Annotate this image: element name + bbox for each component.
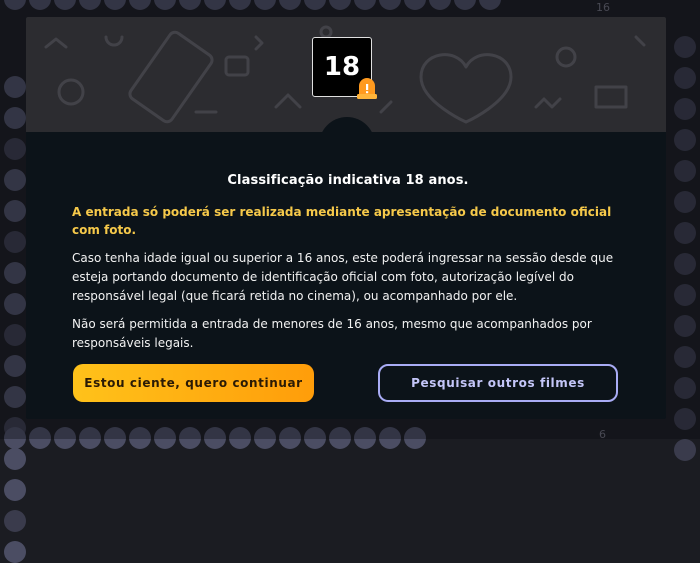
age-rating-modal: 18 Classificação indicativa 18 anos. A e… — [26, 17, 666, 419]
document-warning: A entrada só poderá ser realizada median… — [72, 205, 612, 237]
modal-body: Classificação indicativa 18 anos. A entr… — [72, 173, 624, 362]
modal-title: Classificação indicativa 18 anos. — [227, 173, 469, 188]
seat[interactable] — [674, 439, 696, 461]
search-other-movies-button[interactable]: Pesquisar outros filmes — [378, 364, 618, 402]
seat[interactable] — [4, 541, 26, 563]
warning-siren-icon — [357, 78, 377, 99]
modal-header: 18 — [26, 17, 666, 132]
age-policy-paragraph: Caso tenha idade igual ou superior a 16 … — [72, 251, 614, 303]
continue-button[interactable]: Estou ciente, quero continuar — [73, 364, 314, 402]
minors-policy-paragraph: Não será permitida a entrada de menores … — [72, 317, 592, 350]
seat[interactable] — [4, 448, 26, 470]
seat[interactable] — [4, 479, 26, 501]
seat[interactable] — [4, 510, 26, 532]
